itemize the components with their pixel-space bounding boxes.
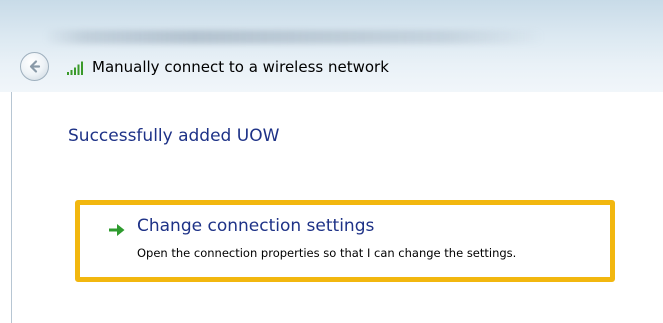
change-connection-settings-link[interactable]: Change connection settings [137,216,374,236]
change-connection-settings-description: Open the connection properties so that I… [137,246,517,260]
back-button[interactable] [20,52,49,81]
highlight-box [75,200,615,282]
back-arrow-icon [29,60,41,73]
blurred-background-text [44,30,544,44]
window-title: Manually connect to a wireless network [92,58,389,76]
success-heading: Successfully added UOW [68,126,280,146]
content-left-border [0,92,12,323]
green-arrow-icon[interactable] [108,222,126,238]
wizard-window: Manually connect to a wireless network S… [0,0,663,323]
title-bar: Manually connect to a wireless network [0,0,663,92]
wireless-signal-icon [67,61,83,75]
